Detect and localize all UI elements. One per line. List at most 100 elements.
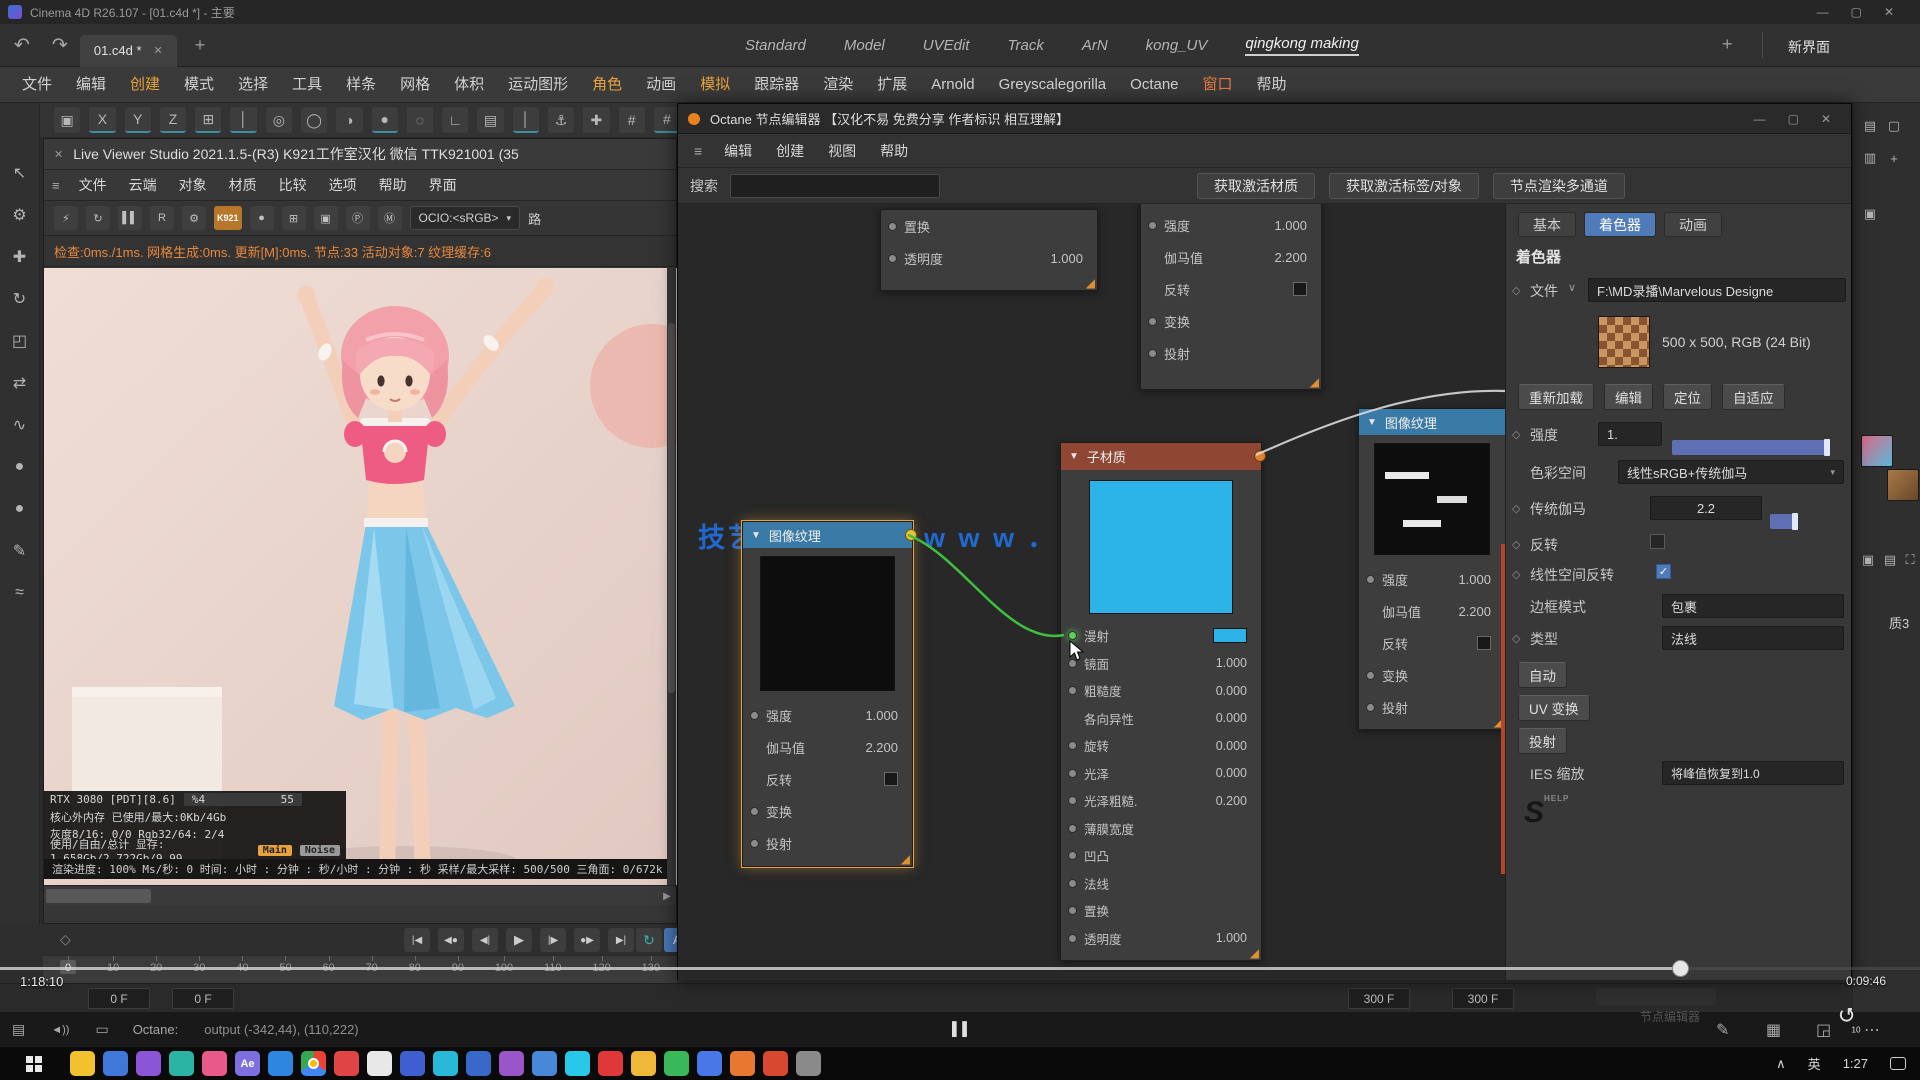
strength-value-field[interactable]: 1. bbox=[1598, 422, 1662, 446]
move-tool-icon[interactable]: ✚ bbox=[6, 243, 34, 271]
node-row-value[interactable]: 0.000 bbox=[1216, 766, 1247, 780]
app-icon-sky[interactable] bbox=[565, 1051, 590, 1076]
node-row[interactable]: 镜面 1.000 bbox=[1061, 650, 1261, 678]
chevron-icon[interactable]: ∨ bbox=[1568, 281, 1576, 294]
live-refresh-icon[interactable]: ⚡ bbox=[54, 206, 78, 230]
node-graph-canvas[interactable]: 技艺 w w w ． j y 3 d ． c n 置换 bbox=[678, 204, 1505, 980]
normal-map-preview[interactable] bbox=[1374, 443, 1490, 555]
panel-splitter[interactable] bbox=[1501, 544, 1505, 874]
goto-start-button[interactable]: |◀ bbox=[404, 928, 430, 952]
speaker-icon[interactable]: ◄)) bbox=[51, 1024, 69, 1036]
node-row[interactable]: 强度 1.000 bbox=[743, 699, 912, 731]
app-icon-music[interactable] bbox=[136, 1051, 161, 1076]
collapse-triangle-icon[interactable]: ▼ bbox=[1069, 451, 1079, 462]
node-row[interactable]: 凹凸 bbox=[1061, 842, 1261, 870]
projection-action-button[interactable]: UV 变换 bbox=[1518, 695, 1590, 721]
spline-tool-icon[interactable]: ≈ bbox=[6, 579, 34, 607]
app-icon-white[interactable] bbox=[367, 1051, 392, 1076]
input-port[interactable] bbox=[1068, 741, 1077, 750]
ies-scale-field[interactable]: 将峰值恢复到1.0 bbox=[1662, 761, 1844, 785]
range-end-field[interactable]: 300 F bbox=[1348, 988, 1410, 1009]
input-port[interactable] bbox=[750, 711, 759, 720]
separator[interactable]: │ bbox=[230, 107, 256, 133]
node-row-swatch[interactable] bbox=[1213, 628, 1247, 643]
menu-item[interactable]: Greyscalegorilla bbox=[987, 67, 1119, 103]
node-row[interactable]: 旋转 0.000 bbox=[1061, 732, 1261, 760]
node-header[interactable]: ▼ 图像纹理 bbox=[743, 522, 912, 548]
app-icon-gray[interactable] bbox=[796, 1051, 821, 1076]
texture-action-button[interactable]: 自适应 bbox=[1722, 384, 1785, 410]
scale-tool-icon[interactable]: ◰ bbox=[6, 327, 34, 355]
vertex-paint-tool-icon[interactable]: ● bbox=[6, 495, 34, 523]
ocio-dropdown[interactable]: OCIO:<sRGB> ▾ bbox=[410, 206, 521, 230]
output-port[interactable] bbox=[1254, 450, 1266, 462]
k921-badge[interactable]: K921 bbox=[214, 206, 242, 230]
video-progress-remaining[interactable] bbox=[1680, 967, 1920, 970]
start-button[interactable] bbox=[26, 1056, 42, 1072]
keyframe-icon[interactable]: ◇ bbox=[60, 931, 71, 948]
input-port[interactable] bbox=[1068, 631, 1077, 640]
live-viewer-menu-item[interactable]: 文件 bbox=[68, 175, 118, 195]
add-layout-button[interactable]: + bbox=[1722, 34, 1733, 55]
live-viewer-menu-item[interactable]: 界面 bbox=[418, 175, 468, 195]
undo-icon[interactable]: ↶ bbox=[14, 34, 30, 57]
next-key-button[interactable]: ●▶ bbox=[574, 928, 600, 952]
node-row[interactable]: 变换 bbox=[1359, 659, 1505, 691]
tab-close-icon[interactable]: ✕ bbox=[154, 44, 163, 57]
close-icon[interactable]: ✕ bbox=[1884, 5, 1894, 19]
node-header[interactable]: ▼ 图像纹理 bbox=[1359, 409, 1505, 435]
menu-item[interactable]: Arnold bbox=[919, 67, 986, 103]
layout-tab[interactable]: kong_UV bbox=[1146, 37, 1208, 54]
pause-playback-icon[interactable]: ▌▌ bbox=[952, 1021, 972, 1036]
video-progress-filled[interactable] bbox=[0, 967, 1680, 970]
main-pass-badge[interactable]: Main bbox=[258, 845, 292, 856]
node-row[interactable]: 反转 bbox=[1359, 627, 1505, 659]
node-row[interactable]: 漫射 bbox=[1061, 622, 1261, 650]
output-port[interactable] bbox=[905, 529, 917, 541]
menu-item[interactable]: 样条 bbox=[334, 67, 388, 103]
type-field[interactable]: 法线 bbox=[1662, 626, 1844, 650]
input-port[interactable] bbox=[1366, 671, 1375, 680]
play-button[interactable]: ▶ bbox=[506, 928, 532, 952]
projection-action-button[interactable]: 自动 bbox=[1518, 662, 1567, 688]
app-icon-vermilion[interactable] bbox=[763, 1051, 788, 1076]
app-icon-firefox[interactable] bbox=[730, 1051, 755, 1076]
app-icon-navy[interactable] bbox=[466, 1051, 491, 1076]
texture-action-button[interactable]: 重新加载 bbox=[1518, 384, 1594, 410]
node-image-texture-left[interactable]: ▼ 图像纹理 强度 1.000 伽 bbox=[742, 521, 913, 867]
octane-live-icon[interactable]: ● bbox=[372, 107, 398, 133]
minimize-icon[interactable]: — bbox=[1754, 112, 1766, 126]
texture-action-button[interactable]: 定位 bbox=[1663, 384, 1712, 410]
live-viewer-menu-item[interactable]: 选项 bbox=[318, 175, 368, 195]
node-row[interactable]: 伽马值 2.200 bbox=[1141, 241, 1321, 273]
input-port[interactable] bbox=[1068, 879, 1077, 888]
search-tool-icon[interactable] bbox=[6, 117, 34, 145]
node-row[interactable]: 反转 bbox=[1141, 273, 1321, 305]
app-icon-blue[interactable] bbox=[103, 1051, 128, 1076]
attribute-tab[interactable]: 着色器 bbox=[1584, 212, 1656, 237]
lock-resolution-icon[interactable]: ▣ bbox=[314, 206, 338, 230]
paint-tool-icon[interactable]: ● bbox=[6, 453, 34, 481]
node-row-checkbox[interactable] bbox=[884, 772, 898, 786]
node-row-checkbox[interactable] bbox=[1477, 636, 1491, 650]
menu-item[interactable]: Octane bbox=[1118, 67, 1190, 103]
projection-action-button[interactable]: 投射 bbox=[1518, 728, 1567, 754]
ime-language-indicator[interactable]: 英 bbox=[1808, 1054, 1821, 1073]
anim-dot-icon[interactable]: ◇ bbox=[1512, 632, 1520, 645]
node-row[interactable]: 薄膜宽度 bbox=[1061, 815, 1261, 843]
node-resize-icon[interactable]: ◢ bbox=[901, 852, 910, 866]
file-path-field[interactable]: F:\MD录播\Marvelous Designe bbox=[1588, 278, 1846, 302]
pick-material-icon[interactable]: Ⓜ bbox=[378, 206, 402, 230]
anim-dot-icon[interactable]: ◇ bbox=[1512, 284, 1520, 297]
menu-item[interactable]: 渲染 bbox=[811, 67, 865, 103]
loop-playback-button[interactable]: ↻ bbox=[636, 928, 662, 952]
live-viewer-menu-item[interactable]: 云端 bbox=[118, 175, 168, 195]
menu-item[interactable]: 运动图形 bbox=[496, 67, 580, 103]
minimize-icon[interactable]: — bbox=[1817, 5, 1829, 19]
snap-sphere-icon[interactable]: ◌ bbox=[407, 107, 433, 133]
node-row-value[interactable]: 0.000 bbox=[1216, 684, 1247, 698]
node-row-value[interactable]: 1.000 bbox=[865, 708, 898, 723]
pencil-icon[interactable]: ✎ bbox=[1716, 1020, 1729, 1040]
y-axis-lock-icon[interactable]: Y bbox=[125, 107, 151, 133]
x-axis-lock-icon[interactable]: X bbox=[89, 107, 115, 133]
